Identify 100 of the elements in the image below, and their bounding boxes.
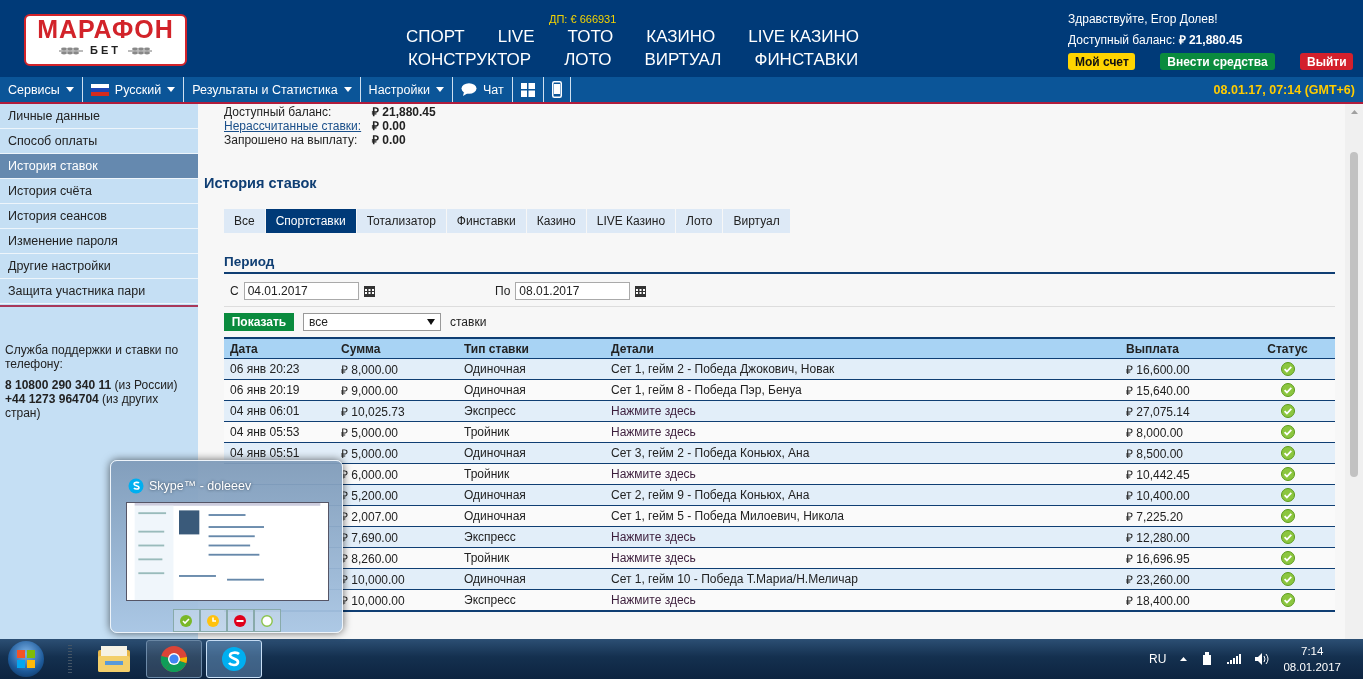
column-header: Детали <box>605 338 1120 359</box>
caret-icon <box>65 87 74 92</box>
table-cell: Одиночная <box>458 505 605 527</box>
field-label: По <box>495 284 511 298</box>
tab[interactable]: Спортставки <box>265 209 356 233</box>
taskbar-app-button[interactable] <box>146 640 202 678</box>
table-cell: Сет 3, гейм 2 - Победа Коньюх, Ана <box>611 446 810 460</box>
window-title: Skype™ - doleeev <box>149 479 252 493</box>
table-cell: Одиночная <box>458 484 605 506</box>
details-link[interactable]: Нажмите здесь <box>611 467 696 481</box>
details-link[interactable]: Нажмите здесь <box>611 551 696 565</box>
scrollbar-thumb[interactable] <box>1350 152 1358 477</box>
table-cell: Одиночная <box>458 568 605 590</box>
nav-link[interactable]: КАЗИНО <box>646 25 716 48</box>
chat-button[interactable]: Чат <box>452 77 513 102</box>
support-phone: +44 1273 964704 (из других стран) <box>5 392 160 420</box>
nav-link[interactable]: СПОРТ <box>406 25 465 48</box>
date-field[interactable]: 08.01.2017 <box>515 282 631 300</box>
table-cell: Экспресс <box>458 526 605 548</box>
chat-app-icon <box>220 645 248 673</box>
filter-label: ставки <box>450 315 487 329</box>
nav-link[interactable]: LIVE <box>497 25 535 48</box>
details-link[interactable]: Нажмите здесь <box>611 404 696 418</box>
tab[interactable]: Все <box>224 209 265 233</box>
table-cell: ₽ 10,025.73 <box>335 400 458 422</box>
table-cell: ₽ 15,640.00 <box>1120 379 1240 401</box>
folder-icon <box>97 644 131 674</box>
support-phone: 8 10800 290 340 11 (из России) <box>5 378 179 392</box>
table-cell: ₽ 10,400.00 <box>1120 484 1240 506</box>
menu-dropdown[interactable]: Результаты и Статистика <box>184 77 361 102</box>
tab[interactable]: Лото <box>676 209 723 233</box>
clock-icon <box>207 614 219 627</box>
balance-text: Доступный баланс: ₽ 21,880.45 <box>1068 33 1243 47</box>
date-field[interactable]: 04.01.2017 <box>243 282 359 300</box>
table-cell: 04 янв 05:53 <box>224 421 335 443</box>
column-header: Выплата <box>1120 338 1240 359</box>
table-cell: 06 янв 20:23 <box>224 358 335 380</box>
start-button[interactable] <box>8 641 44 677</box>
page-title: История ставок <box>204 174 318 192</box>
laurel-icon <box>127 45 153 55</box>
sidebar-item[interactable]: История ставок <box>0 154 198 179</box>
column-header: Тип ставки <box>458 338 605 359</box>
signal-icon[interactable] <box>1227 654 1242 664</box>
language-dropdown[interactable]: Русский <box>82 77 185 102</box>
summary-link[interactable]: Нерассчитанные ставки: <box>224 119 372 133</box>
windows-logo-icon <box>17 650 35 668</box>
table-cell: ₽ 12,280.00 <box>1120 526 1240 548</box>
show-button[interactable]: Показать <box>224 313 294 331</box>
table-cell: Сет 1, гейм 10 - Победа Т.Мариа/Н.Меличар <box>611 572 858 586</box>
status-button[interactable] <box>226 609 254 632</box>
table-cell: ₽ 27,075.14 <box>1120 400 1240 422</box>
nav-link[interactable]: КОНСТРУКТОР <box>408 48 532 71</box>
bet-filter-select[interactable]: все <box>303 313 441 331</box>
table-cell: Экспресс <box>458 589 605 611</box>
table-cell: Сет 1, гейм 5 - Победа Милоевич, Никола <box>611 509 844 523</box>
tab[interactable]: Казино <box>526 209 586 233</box>
menu-dropdown[interactable]: Настройки <box>360 77 453 102</box>
calendar-icon[interactable] <box>363 285 375 297</box>
summary-label: Запрошено на выплату: <box>224 133 359 147</box>
summary-label: Доступный баланс: <box>224 105 333 119</box>
language-indicator[interactable]: RU <box>1149 652 1167 666</box>
deposit-button[interactable]: Внести средства <box>1160 53 1275 70</box>
details-link[interactable]: Нажмите здесь <box>611 425 696 439</box>
summary-value: ₽ 21,880.45 <box>372 105 436 119</box>
chat-app-icon <box>128 478 144 494</box>
site-logo[interactable]: МАРАФОН БЕТ <box>24 14 187 66</box>
logout-button[interactable]: Выйти <box>1300 53 1353 70</box>
tab[interactable]: Виртуал <box>723 209 790 233</box>
nav-link[interactable]: ЛОТО <box>564 48 612 71</box>
table-cell: Сет 1, гейм 8 - Победа Пэр, Бенуа <box>611 383 802 397</box>
table-cell: ₽ 10,442.45 <box>1120 463 1240 485</box>
details-link[interactable]: Нажмите здесь <box>611 593 696 607</box>
calendar-icon[interactable] <box>635 285 647 297</box>
tab[interactable]: Финставки <box>446 209 526 233</box>
tab[interactable]: LIVE Казино <box>586 209 676 233</box>
table-cell: ₽ 8,500.00 <box>1120 442 1240 464</box>
table-cell: Сет 1, гейм 2 - Победа Джокович, Новак <box>611 362 835 376</box>
tray-expand-icon[interactable] <box>1180 657 1188 661</box>
volume-icon[interactable] <box>1255 653 1270 665</box>
nav-link[interactable]: ФИНСТАВКИ <box>754 48 859 71</box>
summary-value: ₽ 0.00 <box>372 119 406 133</box>
table-cell: ₽ 16,600.00 <box>1120 358 1240 380</box>
table-cell: Сет 2, гейм 9 - Победа Коньюх, Ана <box>611 488 810 502</box>
details-link[interactable]: Нажмите здесь <box>611 530 696 544</box>
clock[interactable]: 7:14 08.01.2017 <box>1283 643 1341 675</box>
chat-icon <box>460 83 477 96</box>
support-text: Служба поддержки и ставки по телефону: <box>5 343 180 371</box>
nav-link[interactable]: ВИРТУАЛ <box>644 48 722 71</box>
browser-icon <box>160 645 188 673</box>
circle-icon <box>261 614 273 627</box>
tab[interactable]: Тотализатор <box>356 209 446 233</box>
nav-link[interactable]: LIVE КАЗИНО <box>748 25 859 48</box>
table-cell: ₽ 5,000.00 <box>335 421 458 443</box>
greeting-text: Здравствуйте, Егор Долев! <box>1068 12 1218 26</box>
menu-dropdown[interactable]: Сервисы <box>0 77 83 102</box>
minus-icon <box>234 614 246 627</box>
phone-icon <box>551 81 562 98</box>
logo-subtitle: БЕТ <box>90 43 121 57</box>
nav-link[interactable]: ТОТО <box>567 25 614 48</box>
account-button[interactable]: Мой счет <box>1068 53 1135 70</box>
